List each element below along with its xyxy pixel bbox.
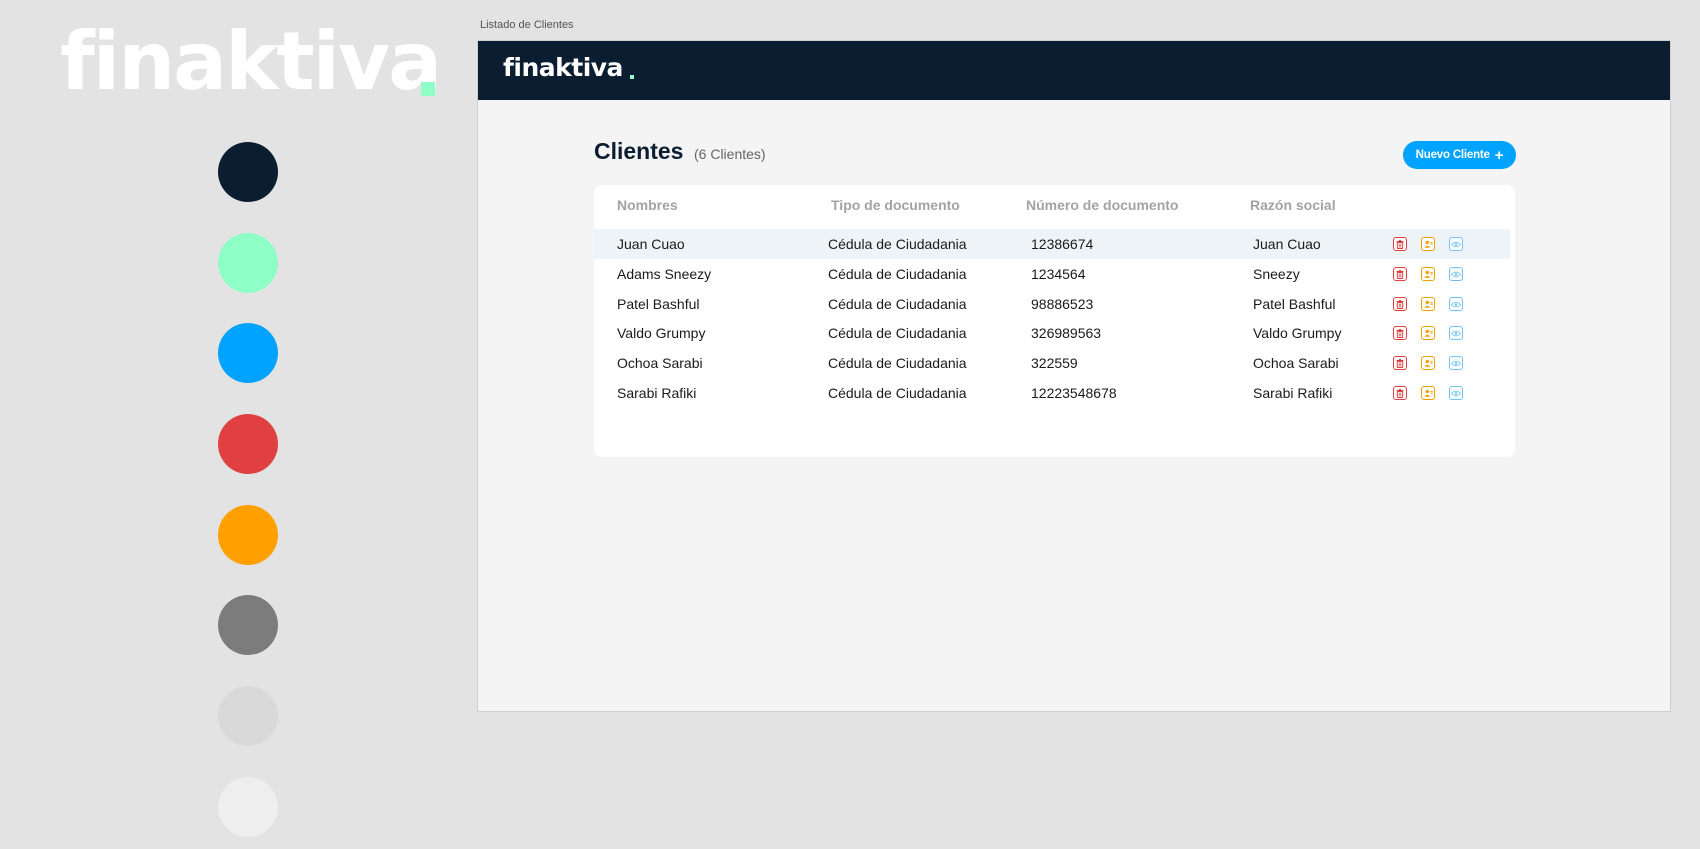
cell-razon-social: Juan Cuao bbox=[1253, 236, 1321, 252]
cell-numero-documento: 1234564 bbox=[1031, 266, 1086, 282]
cell-nombre: Valdo Grumpy bbox=[617, 325, 706, 341]
eye-icon bbox=[1451, 330, 1461, 337]
view-client-button[interactable] bbox=[1449, 267, 1463, 281]
delete-client-button[interactable] bbox=[1393, 356, 1407, 370]
cell-razon-social: Sneezy bbox=[1253, 266, 1300, 282]
eye-icon bbox=[1451, 241, 1461, 248]
user-icon bbox=[1423, 359, 1433, 367]
cell-razon-social: Patel Bashful bbox=[1253, 296, 1336, 312]
new-client-button-label: Nuevo Cliente bbox=[1415, 149, 1490, 161]
trash-icon bbox=[1396, 239, 1404, 249]
cell-tipo-documento: Cédula de Ciudadania bbox=[828, 385, 967, 401]
user-icon bbox=[1423, 329, 1433, 337]
assign-user-button[interactable] bbox=[1421, 326, 1435, 340]
cell-tipo-documento: Cédula de Ciudadania bbox=[828, 266, 967, 282]
color-swatch-red bbox=[218, 414, 278, 474]
table-row[interactable]: Patel Bashful Cédula de Ciudadania 9888652… bbox=[594, 289, 1510, 319]
view-client-button[interactable] bbox=[1449, 356, 1463, 370]
eye-icon bbox=[1451, 390, 1461, 397]
top-navbar: finaktiva bbox=[478, 41, 1670, 100]
cell-tipo-documento: Cédula de Ciudadania bbox=[828, 236, 967, 252]
brand-logo-dot bbox=[421, 82, 435, 96]
eye-icon bbox=[1451, 271, 1461, 278]
clients-table: Nombres Tipo de documento Número de docu… bbox=[594, 185, 1515, 457]
client-count: (6 Clientes) bbox=[694, 146, 766, 162]
user-icon bbox=[1423, 300, 1433, 308]
delete-client-button[interactable] bbox=[1393, 267, 1407, 281]
column-header-tipo-documento[interactable]: Tipo de documento bbox=[831, 197, 960, 213]
cell-numero-documento: 12386674 bbox=[1031, 236, 1094, 252]
assign-user-button[interactable] bbox=[1421, 237, 1435, 251]
cell-numero-documento: 98886523 bbox=[1031, 296, 1094, 312]
table-header: Nombres Tipo de documento Número de docu… bbox=[594, 197, 1515, 217]
user-icon bbox=[1423, 270, 1433, 278]
trash-icon bbox=[1396, 358, 1404, 368]
column-header-nombres[interactable]: Nombres bbox=[617, 197, 678, 213]
assign-user-button[interactable] bbox=[1421, 386, 1435, 400]
color-swatch-gray bbox=[218, 595, 278, 655]
eye-icon bbox=[1451, 360, 1461, 367]
cell-nombre: Adams Sneezy bbox=[617, 266, 712, 282]
table-row[interactable]: Sarabi Rafiki Cédula de Ciudadania 1222354… bbox=[594, 378, 1510, 408]
color-swatch-blue bbox=[218, 323, 278, 383]
trash-icon bbox=[1396, 269, 1404, 279]
cell-razon-social: Valdo Grumpy bbox=[1253, 325, 1342, 341]
new-client-button[interactable]: Nuevo Cliente + bbox=[1403, 141, 1516, 169]
app-frame: finaktiva Clientes (6 Clientes) Nuevo Cl… bbox=[477, 40, 1671, 712]
delete-client-button[interactable] bbox=[1393, 297, 1407, 311]
delete-client-button[interactable] bbox=[1393, 386, 1407, 400]
color-swatch-navy bbox=[218, 142, 278, 202]
view-client-button[interactable] bbox=[1449, 326, 1463, 340]
user-icon bbox=[1423, 240, 1433, 248]
cell-numero-documento: 326989563 bbox=[1031, 325, 1102, 341]
brand-logo-large: finaktiva bbox=[60, 15, 442, 108]
cell-razon-social: Ochoa Sarabi bbox=[1253, 355, 1339, 371]
table-row[interactable]: Juan Cuao Cédula de Ciudadania 12386674 Jua… bbox=[594, 229, 1510, 259]
cell-tipo-documento: Cédula de Ciudadania bbox=[828, 296, 967, 312]
color-swatch-mint bbox=[218, 233, 278, 293]
plus-icon: + bbox=[1494, 146, 1504, 164]
column-header-razon-social[interactable]: Razón social bbox=[1250, 197, 1336, 213]
cell-nombre: Juan Cuao bbox=[617, 236, 685, 252]
color-swatch-light-gray bbox=[218, 686, 278, 746]
cell-numero-documento: 12223548678 bbox=[1031, 385, 1117, 401]
table-row[interactable]: Valdo Grumpy Cédula de Ciudadania 32698956… bbox=[594, 318, 1510, 348]
view-client-button[interactable] bbox=[1449, 386, 1463, 400]
page-title: Clientes bbox=[594, 138, 684, 164]
delete-client-button[interactable] bbox=[1393, 326, 1407, 340]
table-row[interactable]: Adams Sneezy Cédula de Ciudadania 1234564 S… bbox=[594, 259, 1510, 289]
view-client-button[interactable] bbox=[1449, 297, 1463, 311]
user-icon bbox=[1423, 389, 1433, 397]
cell-nombre: Ochoa Sarabi bbox=[617, 355, 703, 371]
column-header-numero-documento[interactable]: Número de documento bbox=[1026, 197, 1178, 213]
navbar-logo[interactable]: finaktiva bbox=[503, 55, 623, 80]
cell-tipo-documento: Cédula de Ciudadania bbox=[828, 355, 967, 371]
cell-razon-social: Sarabi Rafiki bbox=[1253, 385, 1333, 401]
assign-user-button[interactable] bbox=[1421, 297, 1435, 311]
view-client-button[interactable] bbox=[1449, 237, 1463, 251]
assign-user-button[interactable] bbox=[1421, 267, 1435, 281]
table-row[interactable]: Ochoa Sarabi Cédula de Ciudadania 322559 Oc… bbox=[594, 348, 1510, 378]
trash-icon bbox=[1396, 299, 1404, 309]
eye-icon bbox=[1451, 301, 1461, 308]
color-swatch-lightest-gray bbox=[218, 777, 278, 837]
assign-user-button[interactable] bbox=[1421, 356, 1435, 370]
navbar-logo-dot bbox=[630, 75, 634, 79]
cell-numero-documento: 322559 bbox=[1031, 355, 1078, 371]
cell-nombre: Patel Bashful bbox=[617, 296, 700, 312]
delete-client-button[interactable] bbox=[1393, 237, 1407, 251]
cell-nombre: Sarabi Rafiki bbox=[617, 385, 697, 401]
trash-icon bbox=[1396, 328, 1404, 338]
trash-icon bbox=[1396, 388, 1404, 398]
color-swatch-orange bbox=[218, 505, 278, 565]
cell-tipo-documento: Cédula de Ciudadania bbox=[828, 325, 967, 341]
frame-label: Listado de Clientes bbox=[480, 19, 574, 31]
